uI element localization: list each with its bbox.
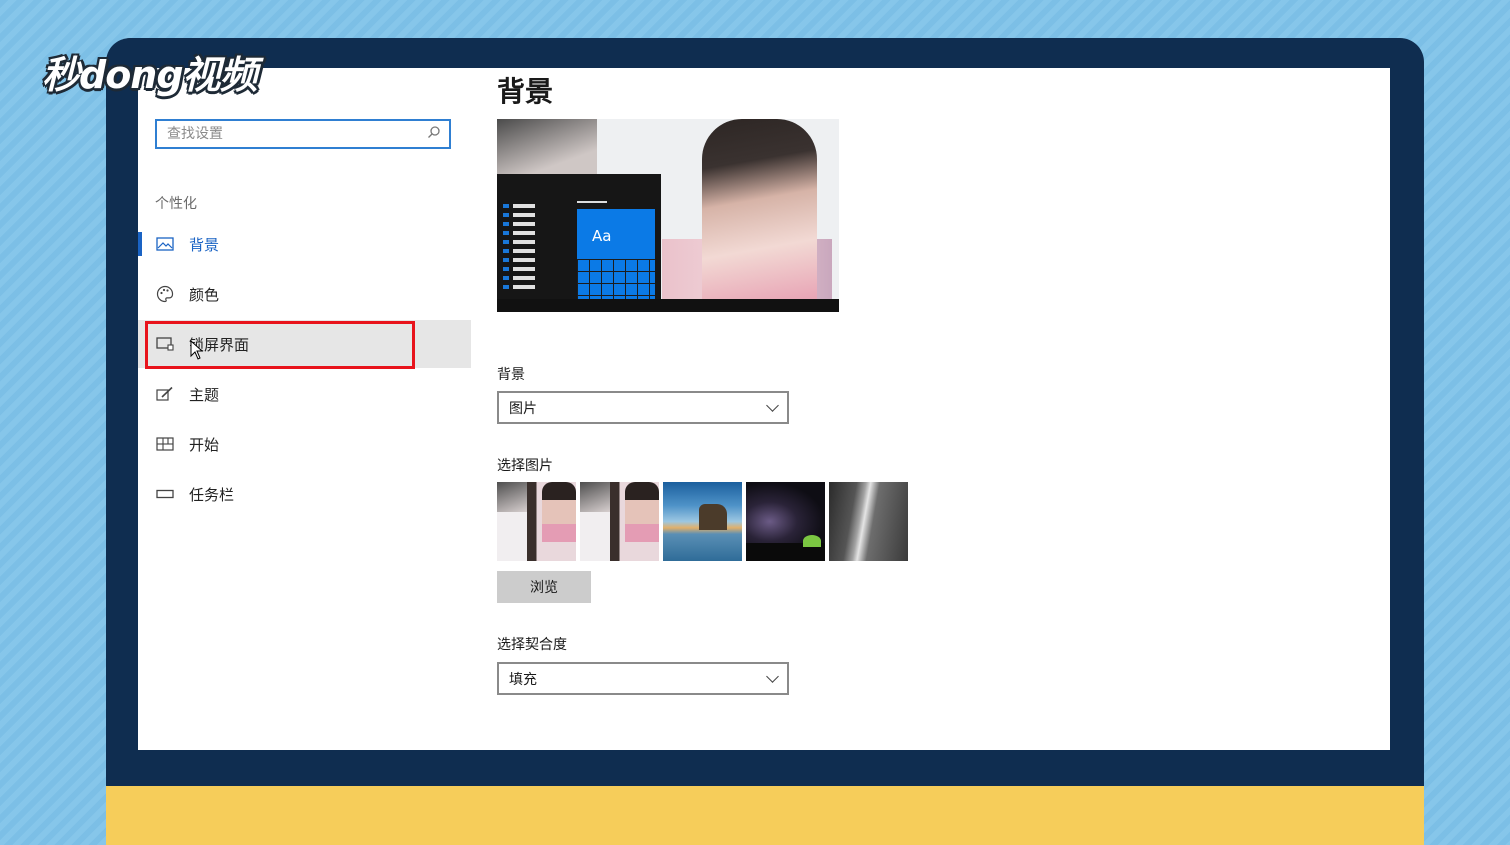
sidebar-item-color[interactable]: 颜色 bbox=[138, 270, 471, 318]
preview-app-list bbox=[503, 204, 535, 294]
chevron-down-icon bbox=[766, 398, 779, 412]
sidebar-item-label: 颜色 bbox=[189, 285, 220, 304]
preview-tile-text: Aa bbox=[592, 227, 612, 245]
sidebar-item-background[interactable]: 背景 bbox=[138, 220, 471, 268]
chevron-down-icon bbox=[766, 669, 779, 683]
search-icon[interactable] bbox=[427, 125, 441, 143]
sidebar-item-label: 主题 bbox=[189, 385, 220, 404]
background-type-label: 背景 bbox=[497, 367, 525, 383]
background-type-dropdown[interactable]: 图片 bbox=[497, 391, 789, 424]
thumbnail-portrait-2[interactable] bbox=[580, 482, 659, 561]
search-box[interactable] bbox=[155, 119, 451, 149]
browse-button[interactable]: 浏览 bbox=[497, 571, 591, 603]
sidebar-item-start[interactable]: 开始 bbox=[138, 420, 471, 468]
start-grid-icon bbox=[155, 434, 175, 454]
preview-photo-portrait bbox=[702, 119, 817, 299]
sidebar-item-theme[interactable]: 主题 bbox=[138, 370, 471, 418]
thumbnail-beach[interactable] bbox=[663, 482, 742, 561]
search-input[interactable] bbox=[165, 125, 427, 143]
picture-thumbnails bbox=[497, 482, 908, 561]
sidebar-item-label: 开始 bbox=[189, 435, 220, 454]
thumbnail-portrait-1[interactable] bbox=[497, 482, 576, 561]
sidebar-item-taskbar[interactable]: 任务栏 bbox=[138, 470, 471, 518]
thumbnail-waterfall[interactable] bbox=[829, 482, 908, 561]
background-preview: Aa bbox=[497, 119, 839, 312]
taskbar-icon bbox=[155, 484, 175, 504]
preview-taskbar bbox=[497, 299, 839, 312]
picture-icon bbox=[155, 234, 175, 254]
thumbnail-night-sky[interactable] bbox=[746, 482, 825, 561]
dropdown-value: 填充 bbox=[509, 671, 537, 688]
mouse-cursor-icon bbox=[190, 339, 204, 364]
lock-screen-icon bbox=[155, 334, 175, 354]
fit-label: 选择契合度 bbox=[497, 637, 567, 653]
preview-tile-grid bbox=[577, 259, 655, 299]
page-title: 背景 bbox=[497, 75, 554, 108]
theme-brush-icon bbox=[155, 384, 175, 404]
settings-window: 个性化 背景 颜色 锁屏界面 主题 开始 任务栏 bbox=[138, 68, 1390, 750]
preview-header-bar bbox=[577, 201, 607, 203]
watermark-logo: 秒dong视频 bbox=[42, 53, 258, 97]
sidebar-item-label: 任务栏 bbox=[189, 485, 235, 504]
sidebar-item-label: 背景 bbox=[189, 235, 220, 254]
preview-start-menu: Aa bbox=[497, 174, 661, 299]
section-heading-personalization: 个性化 bbox=[155, 196, 197, 212]
sidebar-item-lock-screen[interactable]: 锁屏界面 bbox=[138, 320, 471, 368]
dropdown-value: 图片 bbox=[509, 400, 537, 417]
fit-dropdown[interactable]: 填充 bbox=[497, 662, 789, 695]
preview-photo-left bbox=[497, 119, 597, 179]
palette-icon bbox=[155, 284, 175, 304]
monitor-stand bbox=[106, 786, 1424, 845]
choose-picture-label: 选择图片 bbox=[497, 458, 553, 474]
preview-live-tile: Aa bbox=[577, 209, 655, 299]
